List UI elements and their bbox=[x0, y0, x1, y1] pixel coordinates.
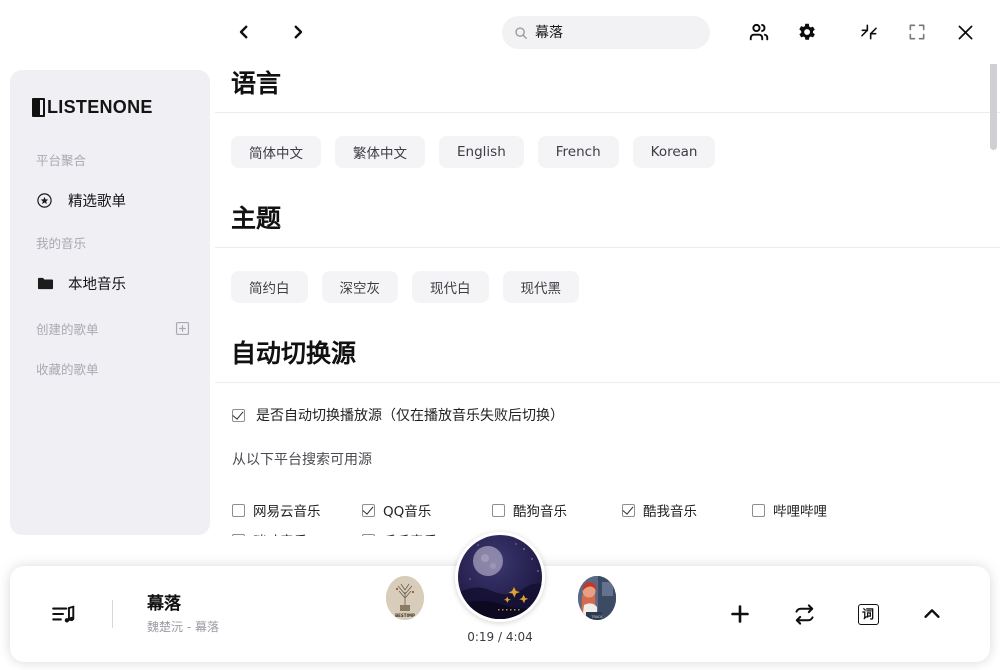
source-item-kuwo[interactable]: 酷我音乐 bbox=[622, 495, 752, 525]
window-controls bbox=[735, 14, 989, 50]
repeat-icon[interactable] bbox=[790, 600, 818, 628]
language-chip[interactable]: English bbox=[439, 136, 524, 168]
player-controls: 词 bbox=[726, 566, 946, 662]
app-logo: LISTENONE bbox=[32, 94, 210, 120]
auto-switch-toggle-row[interactable]: 是否自动切换播放源（仅在播放音乐失败后切换） bbox=[215, 405, 1000, 425]
source-hint-text: 从以下平台搜索可用源 bbox=[232, 452, 372, 468]
close-icon[interactable] bbox=[941, 14, 989, 50]
svg-text:TRACK: TRACK bbox=[590, 615, 603, 619]
sidebar-group-label-mymusic: 我的音乐 bbox=[36, 236, 87, 251]
language-chip-row: 简体中文 繁体中文 English French Korean bbox=[215, 113, 1000, 191]
section-title-theme: 主题 bbox=[231, 204, 282, 233]
theme-chip[interactable]: 深空灰 bbox=[321, 271, 398, 303]
source-item-bilibili[interactable]: 哔哩哔哩 bbox=[752, 495, 882, 525]
source-item-qianqian[interactable]: 千千音乐 bbox=[362, 525, 492, 536]
source-checkbox[interactable] bbox=[362, 533, 375, 536]
chevron-up-icon[interactable] bbox=[918, 600, 946, 628]
plus-square-icon[interactable] bbox=[172, 318, 192, 338]
back-chevron-icon[interactable] bbox=[228, 16, 260, 48]
source-checkbox-grid: 网易云音乐 QQ音乐 酷狗音乐 酷我音乐 哔哩哔哩 咪咕音乐 bbox=[215, 495, 1000, 536]
player-time: 0:19 / 4:04 bbox=[467, 630, 533, 644]
logo-text: LISTENONE bbox=[47, 96, 153, 117]
player-divider bbox=[112, 600, 113, 628]
lyrics-icon[interactable]: 词 bbox=[854, 600, 882, 628]
player-track-meta: 幕落 魏楚沅 - 幕落 bbox=[147, 593, 219, 636]
source-label: 酷我音乐 bbox=[643, 504, 697, 520]
playlist-icon[interactable] bbox=[50, 601, 76, 627]
plus-icon[interactable] bbox=[726, 600, 754, 628]
language-chip[interactable]: French bbox=[537, 136, 619, 168]
album-art-previous[interactable]: BESTIMP bbox=[386, 576, 424, 620]
source-item-kugou[interactable]: 酷狗音乐 bbox=[492, 495, 622, 525]
sidebar-item-label: 本地音乐 bbox=[68, 276, 126, 293]
search-input[interactable]: 幕落 bbox=[502, 16, 710, 49]
settings-content: 语言 简体中文 繁体中文 English French Korean 主题 简约… bbox=[215, 56, 1000, 536]
search-value: 幕落 bbox=[535, 24, 563, 41]
favorite-playlists-label[interactable]: 收藏的歌单 bbox=[36, 359, 210, 378]
sidebar: LISTENONE 平台聚合 精选歌单 我的音乐 本地音乐 创建的歌单 收藏的歌… bbox=[10, 70, 210, 535]
app-window: 幕落 LISTENONE 平台聚合 精选歌单 我的音乐 本地音乐 创建的歌单 收… bbox=[0, 0, 1000, 670]
folder-icon bbox=[36, 274, 58, 293]
source-checkbox[interactable] bbox=[752, 503, 765, 517]
source-label: 咪咕音乐 bbox=[253, 530, 307, 536]
album-art-current[interactable] bbox=[455, 532, 545, 622]
sidebar-item-label: 精选歌单 bbox=[68, 193, 126, 210]
navigation-arrows bbox=[228, 16, 314, 48]
created-playlists-label: 创建的歌单 bbox=[36, 321, 99, 337]
theme-chip[interactable]: 简约白 bbox=[231, 271, 308, 303]
source-checkbox[interactable] bbox=[492, 503, 505, 517]
source-checkbox[interactable] bbox=[362, 503, 375, 517]
source-item-qq[interactable]: QQ音乐 bbox=[362, 495, 492, 525]
gear-icon[interactable] bbox=[783, 14, 831, 50]
divider bbox=[215, 382, 1000, 383]
users-icon[interactable] bbox=[735, 14, 783, 50]
sidebar-item-local-music[interactable]: 本地音乐 bbox=[36, 268, 210, 298]
language-chip[interactable]: Korean bbox=[632, 136, 716, 168]
source-label: 酷狗音乐 bbox=[513, 504, 567, 520]
star-circle-icon bbox=[36, 192, 58, 209]
sidebar-item-featured-playlists[interactable]: 精选歌单 bbox=[36, 185, 210, 215]
player-track-title: 幕落 bbox=[147, 593, 181, 614]
source-label: 哔哩哔哩 bbox=[773, 504, 827, 520]
created-playlists-header: 创建的歌单 bbox=[36, 318, 192, 338]
source-checkbox[interactable] bbox=[232, 503, 245, 517]
language-chip[interactable]: 简体中文 bbox=[231, 136, 321, 168]
minimize-icon[interactable] bbox=[845, 14, 893, 50]
auto-switch-checkbox[interactable] bbox=[232, 408, 245, 422]
source-label: 网易云音乐 bbox=[253, 504, 321, 520]
player-track-artist: 魏楚沅 - 幕落 bbox=[147, 620, 219, 635]
sidebar-group-label-platform: 平台聚合 bbox=[36, 153, 87, 168]
source-checkbox[interactable] bbox=[232, 533, 245, 536]
source-label: QQ音乐 bbox=[383, 504, 432, 520]
source-item-migu[interactable]: 咪咕音乐 bbox=[232, 525, 362, 536]
section-title-language: 语言 bbox=[231, 69, 282, 98]
fullscreen-icon[interactable] bbox=[893, 14, 941, 50]
search-icon bbox=[514, 26, 528, 40]
section-title-auto-switch: 自动切换源 bbox=[231, 339, 357, 368]
source-item-netease[interactable]: 网易云音乐 bbox=[232, 495, 362, 525]
svg-text:BESTIMP: BESTIMP bbox=[395, 613, 415, 618]
source-label: 千千音乐 bbox=[383, 530, 437, 536]
theme-chip[interactable]: 现代白 bbox=[412, 271, 489, 303]
source-checkbox[interactable] bbox=[622, 503, 635, 517]
lyrics-label: 词 bbox=[857, 603, 879, 625]
theme-chip[interactable]: 现代黑 bbox=[502, 271, 579, 303]
player-left: 幕落 魏楚沅 - 幕落 bbox=[50, 566, 219, 662]
auto-switch-label: 是否自动切换播放源（仅在播放音乐失败后切换） bbox=[256, 408, 564, 424]
logo-mark-icon bbox=[32, 97, 45, 117]
language-chip[interactable]: 繁体中文 bbox=[335, 136, 425, 168]
forward-chevron-icon[interactable] bbox=[282, 16, 314, 48]
theme-chip-row: 简约白 深空灰 现代白 现代黑 bbox=[215, 248, 1000, 326]
titlebar: 幕落 bbox=[0, 0, 1000, 64]
album-art-next[interactable]: TRACK bbox=[578, 576, 616, 620]
